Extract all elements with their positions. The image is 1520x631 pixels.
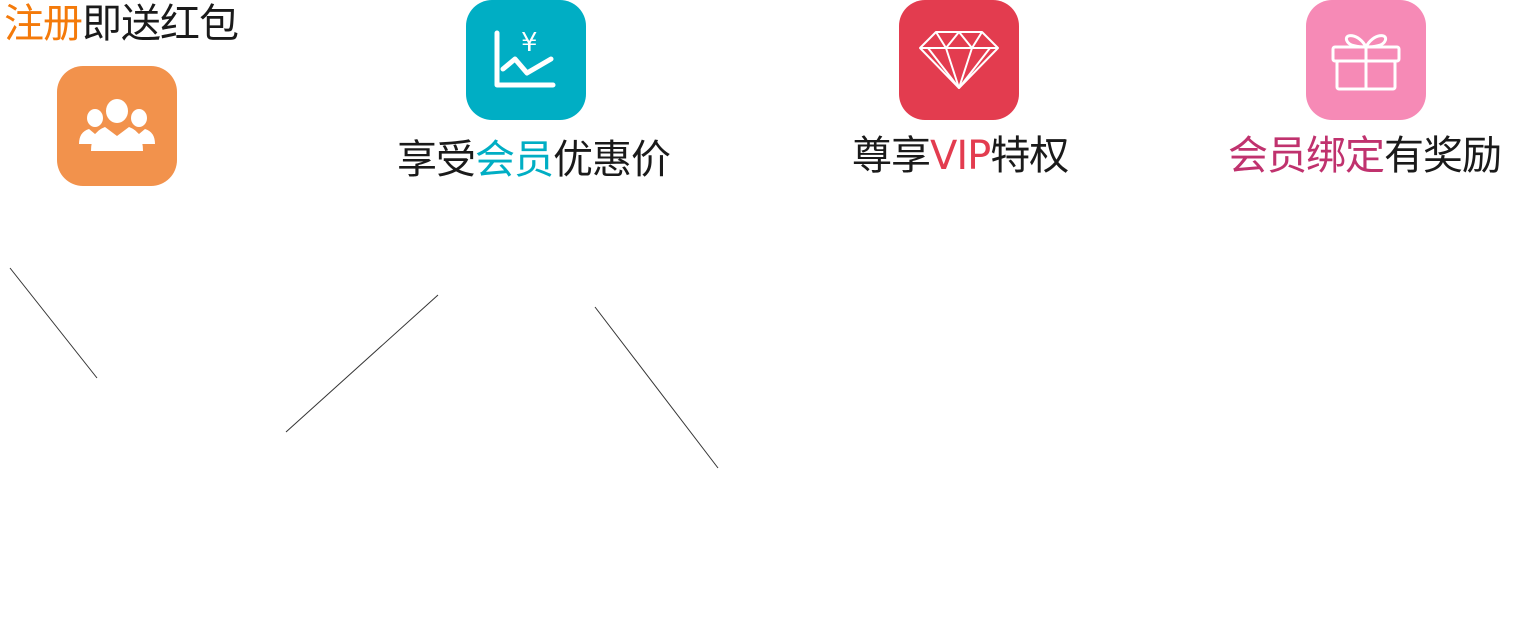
- decor-line-2: [285, 294, 439, 433]
- decorative-lines: [9, 267, 719, 469]
- decor-line-3: [594, 306, 719, 469]
- feature-banner: 注册即送红包 ¥ 享受会员优惠价 尊享VIP特权 会员绑定有奖励: [0, 0, 1520, 631]
- decor-line-1: [9, 267, 98, 379]
